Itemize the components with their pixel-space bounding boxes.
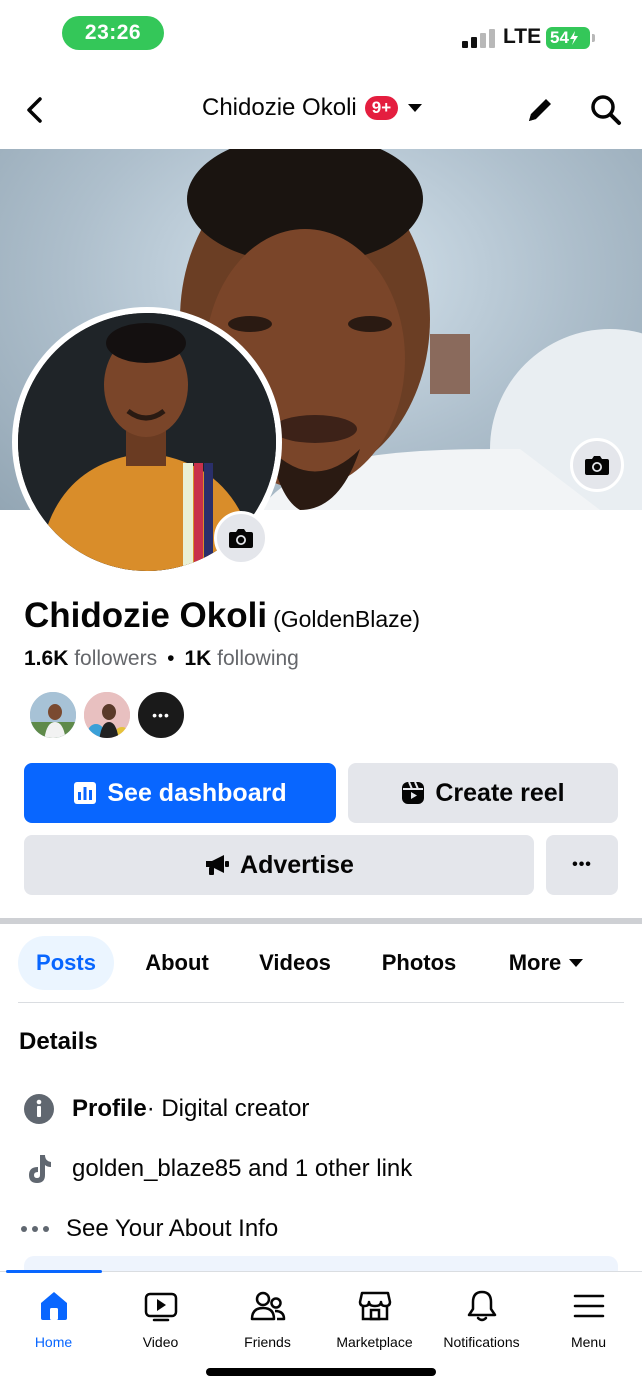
signal-icon [462,28,496,48]
pencil-icon [529,99,551,121]
friends-icon [248,1286,288,1326]
edit-button[interactable] [522,92,558,128]
battery-cap [592,34,595,42]
camera-icon [585,456,609,475]
cover-camera-button[interactable] [570,438,624,492]
profile-name-text: Chidozie Okoli [24,596,268,635]
reel-icon [401,781,425,805]
tab-posts[interactable]: Posts [18,936,114,990]
detail-profile-category: Profile · Digital creator [22,1092,309,1126]
marketplace-icon [355,1286,395,1326]
tabs-divider [18,1002,624,1003]
nav-menu-label: Menu [570,1334,607,1350]
chevron-down-icon [408,104,423,112]
followers-count: 1.6K [24,647,69,670]
top-nav: Chidozie Okoli 9+ [0,80,642,140]
back-icon [27,97,42,123]
following-count: 1K [184,647,212,670]
tab-videos-label: Videos [259,950,331,975]
active-tab-indicator [6,1270,102,1273]
status-bar: 23:26 LTE 54 [0,0,642,70]
nav-home[interactable]: Home [0,1286,107,1350]
friend-avatar[interactable] [82,690,132,740]
battery-icon: 54 [546,27,590,49]
info-icon [22,1092,56,1126]
network-label: LTE [503,25,542,48]
see-dashboard-label: See dashboard [107,778,287,807]
home-icon [34,1286,74,1326]
details-heading: Details [19,1028,98,1055]
notification-badge: 9+ [364,96,399,120]
tab-photos[interactable]: Photos [366,936,472,990]
see-about-info[interactable]: See Your About Info [18,1212,278,1246]
followers-link[interactable]: 1.6K followers [24,647,157,670]
following-link[interactable]: 1K following [184,647,298,670]
tab-about[interactable]: About [130,936,224,990]
create-reel-label: Create reel [435,778,565,807]
friends-more-avatar[interactable]: ••• [136,690,186,740]
megaphone-icon [204,854,230,876]
detail-profile-value: · Digital creator [146,1095,310,1122]
section-divider [0,918,642,924]
search-button[interactable] [588,92,624,128]
profile-alt-name: (GoldenBlaze) [273,606,421,632]
back-button[interactable] [18,92,54,128]
tab-photos-label: Photos [381,950,457,975]
nav-marketplace[interactable]: Marketplace [321,1286,428,1350]
profile-stats: 1.6K followers • 1K following [24,647,299,671]
bell-icon [462,1286,502,1326]
tab-posts-label: Posts [36,950,96,975]
status-time: 23:26 [62,16,164,50]
friend-avatar[interactable] [28,690,78,740]
ellipsis-icon [18,1212,52,1246]
nav-marketplace-label: Marketplace [336,1334,413,1350]
nav-video[interactable]: Video [107,1286,214,1350]
tab-more-label: More [508,950,562,975]
profile-switcher[interactable]: Chidozie Okoli 9+ [202,94,423,122]
friends-preview[interactable]: ••• [28,690,190,740]
tiktok-icon [22,1152,56,1186]
dashboard-icon [73,781,97,805]
detail-social-links[interactable]: golden_blaze85 and 1 other link [22,1152,412,1186]
tab-videos[interactable]: Videos [244,936,346,990]
advertise-label: Advertise [240,850,354,879]
nav-menu[interactable]: Menu [535,1286,642,1350]
nav-notifications-label: Notifications [443,1334,520,1350]
see-dashboard-button[interactable]: See dashboard [24,763,336,823]
camera-icon [229,529,253,548]
chevron-down-icon [569,959,584,967]
stats-separator: • [167,647,175,670]
avatar-camera-button[interactable] [214,511,268,565]
tab-more[interactable]: More [494,936,598,990]
following-label: following [217,647,299,670]
nav-friends-label: Friends [244,1334,291,1350]
nav-title: Chidozie Okoli [202,94,357,121]
more-actions-button[interactable]: ••• [546,835,618,895]
detail-profile-label: Profile [72,1095,147,1122]
detail-link-text: golden_blaze85 and 1 other link [72,1155,413,1182]
menu-icon [569,1286,609,1326]
nav-video-label: Video [142,1334,179,1350]
nav-home-label: Home [34,1334,73,1350]
ellipsis-icon: ••• [152,707,170,723]
see-about-info-label: See Your About Info [66,1215,279,1242]
video-icon [141,1286,181,1326]
profile-name: Chidozie Okoli (GoldenBlaze) [24,596,420,636]
tab-about-label: About [145,950,209,975]
nav-notifications[interactable]: Notifications [428,1286,535,1350]
home-indicator[interactable] [206,1368,436,1376]
nav-friends[interactable]: Friends [214,1286,321,1350]
profile-tabs: Posts About Videos Photos More [0,936,642,992]
advertise-button[interactable]: Advertise [24,835,534,895]
followers-label: followers [74,647,158,670]
ellipsis-icon: ••• [572,856,592,873]
battery-level: 54 [550,28,569,47]
search-icon [591,95,621,125]
create-reel-button[interactable]: Create reel [348,763,618,823]
